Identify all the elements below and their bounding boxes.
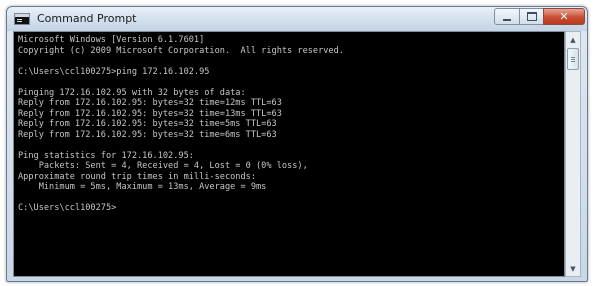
maximize-button[interactable] [519, 8, 544, 25]
command-prompt-window: Command Prompt ✕ Microsoft Windows [Vers… [6, 6, 588, 282]
cmd-icon [14, 13, 30, 25]
console-line: C:\Users\ccl100275>ping 172.16.102.95 [18, 66, 210, 77]
console-line: Reply from 172.16.102.95: bytes=32 time=… [18, 108, 282, 119]
close-icon: ✕ [559, 10, 569, 23]
console-line: Packets: Sent = 4, Received = 4, Lost = … [18, 161, 308, 171]
title-bar[interactable]: Command Prompt ✕ [7, 7, 587, 31]
console-line: Reply from 172.16.102.95: bytes=32 time=… [18, 98, 282, 108]
close-button[interactable]: ✕ [543, 8, 585, 25]
console-line: Approximate round trip times in milli-se… [18, 171, 256, 182]
console-line: Ping statistics for 172.16.102.95: [18, 150, 194, 161]
console-line: Reply from 172.16.102.95: bytes=32 time=… [18, 129, 277, 140]
scroll-thumb[interactable] [567, 48, 579, 70]
console-line: Pinging 172.16.102.95 with 32 bytes of d… [18, 87, 246, 98]
console-text: Microsoft Windows [Version 6.1.7601] Cop… [14, 32, 564, 214]
console-line: Microsoft Windows [Version 6.1.7601] [18, 35, 205, 45]
console-output[interactable]: Microsoft Windows [Version 6.1.7601] Cop… [13, 31, 565, 277]
scroll-up-arrow-icon[interactable]: ▲ [566, 32, 580, 47]
maximize-icon [526, 12, 537, 21]
vertical-scrollbar[interactable]: ▲ ▼ [565, 31, 581, 277]
console-line: C:\Users\ccl100275> [18, 203, 117, 213]
window-title: Command Prompt [37, 12, 137, 25]
console-line: Minimum = 5ms, Maximum = 13ms, Average =… [18, 182, 267, 192]
minimize-icon [503, 18, 511, 21]
scroll-down-arrow-icon[interactable]: ▼ [566, 261, 580, 276]
console-line: Reply from 172.16.102.95: bytes=32 time=… [18, 119, 277, 129]
console-line: Copyright (c) 2009 Microsoft Corporation… [18, 45, 344, 56]
minimize-button[interactable] [494, 8, 520, 25]
